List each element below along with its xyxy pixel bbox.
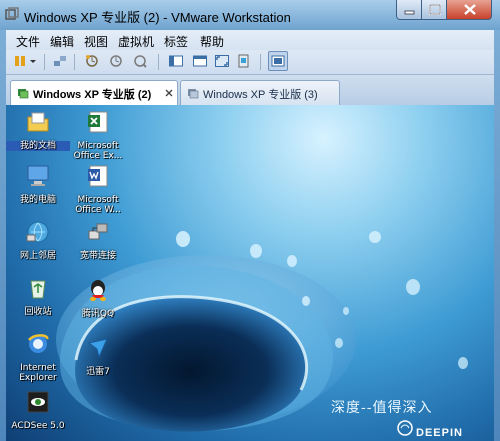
tab-strip: Windows XP 专业版 (2) Windows XP 专业版 (3) bbox=[6, 75, 494, 105]
qq-icon bbox=[90, 280, 106, 301]
desktop-icon-label: ACDSee 5.0 bbox=[11, 421, 65, 431]
desktop-icon-ie[interactable]: Internet Explorer bbox=[6, 331, 70, 383]
desktop-icon-label: Internet Explorer bbox=[19, 363, 57, 383]
vmware-app-icon bbox=[5, 7, 19, 20]
desktop-icon-label: 回收站 bbox=[24, 307, 52, 317]
desktop-icon-label: 网上邻居 bbox=[19, 251, 56, 261]
unity-icon[interactable] bbox=[236, 53, 252, 69]
minimize-button[interactable] bbox=[396, 0, 422, 20]
desktop-icon-recycle-bin[interactable]: 回收站 bbox=[6, 275, 70, 317]
excel-icon bbox=[88, 111, 108, 133]
desktop-icon-label: 我的文档 bbox=[6, 141, 70, 151]
desktop-icon-excel[interactable]: Microsoft Office Ex... bbox=[66, 109, 130, 161]
acdsee-icon bbox=[27, 391, 49, 413]
desktop-icon-label: Microsoft Office Ex... bbox=[73, 141, 123, 161]
xunlei-icon bbox=[87, 338, 108, 359]
console-view-icon bbox=[271, 55, 285, 67]
maximize-button[interactable] bbox=[421, 0, 447, 20]
window-title: Windows XP 专业版 (2) - VMware Workstation bbox=[24, 10, 291, 25]
word-icon bbox=[88, 165, 108, 187]
console-view-toggle[interactable] bbox=[268, 51, 288, 71]
wallpaper-brand: DEEPIN bbox=[416, 427, 463, 439]
maximize-icon bbox=[429, 4, 441, 15]
ie-icon bbox=[28, 334, 49, 353]
desktop-icon-network-places[interactable]: 网上邻居 bbox=[6, 219, 70, 261]
my-computer-icon bbox=[27, 165, 49, 186]
tab-label: Windows XP 专业版 (2) bbox=[33, 89, 152, 101]
desktop-icon-label: 腾讯QQ bbox=[81, 309, 115, 319]
toolbar bbox=[6, 50, 494, 75]
normal-view-icon[interactable] bbox=[168, 53, 184, 69]
snapshot-take-icon[interactable] bbox=[84, 53, 100, 69]
desktop-icon-label: 我的电脑 bbox=[19, 195, 56, 205]
guest-desktop[interactable]: 我的文档 我的电脑 网上邻居 回收站 Internet Explorer ACD… bbox=[6, 105, 494, 441]
broadband-icon bbox=[88, 223, 108, 240]
tab-close-icon[interactable] bbox=[165, 89, 173, 97]
network-places-icon bbox=[26, 221, 49, 243]
desktop-icon-qq[interactable]: 腾讯QQ bbox=[66, 277, 130, 319]
close-icon bbox=[464, 4, 476, 15]
menu-bar: 文件 编辑 视图 虚拟机 标签 帮助 bbox=[6, 30, 494, 50]
desktop-icon-acdsee[interactable]: ACDSee 5.0 bbox=[6, 389, 70, 431]
network-icon[interactable] bbox=[52, 53, 68, 69]
tab-label: Windows XP 专业版 (3) bbox=[203, 89, 318, 101]
menu-vm[interactable]: 虚拟机 bbox=[118, 33, 154, 50]
menu-tabs[interactable]: 标签 bbox=[164, 33, 188, 50]
quick-switch-icon[interactable] bbox=[192, 53, 208, 69]
full-screen-icon[interactable] bbox=[214, 53, 230, 69]
menu-view[interactable]: 视图 bbox=[84, 33, 108, 50]
menu-help[interactable]: 帮助 bbox=[200, 33, 224, 50]
vm-tab-icon bbox=[188, 89, 199, 99]
my-documents-icon bbox=[27, 112, 49, 132]
tab-vm-2[interactable]: Windows XP 专业版 (2) bbox=[10, 80, 178, 105]
power-icon[interactable] bbox=[12, 53, 28, 69]
desktop-icon-label: 迅雷7 bbox=[86, 367, 110, 377]
title-bar[interactable]: Windows XP 专业版 (2) - VMware Workstation bbox=[0, 0, 500, 30]
desktop-icon-my-documents[interactable]: 我的文档 bbox=[6, 109, 70, 151]
menu-file[interactable]: 文件 bbox=[16, 33, 40, 50]
minimize-icon bbox=[404, 10, 415, 15]
desktop-icon-label: Microsoft Office W... bbox=[75, 195, 121, 215]
desktop-icon-broadband[interactable]: 宽带连接 bbox=[66, 219, 130, 261]
tab-vm-3[interactable]: Windows XP 专业版 (3) bbox=[180, 80, 340, 105]
desktop-icon-word[interactable]: Microsoft Office W... bbox=[66, 163, 130, 215]
close-button[interactable] bbox=[446, 0, 492, 20]
vm-tab-icon bbox=[18, 89, 29, 99]
wallpaper-slogan: 深度--值得深入 bbox=[331, 400, 433, 416]
desktop-icon-my-computer[interactable]: 我的电脑 bbox=[6, 163, 70, 205]
snapshot-manager-icon[interactable] bbox=[132, 53, 148, 69]
deepin-logo-icon bbox=[397, 420, 413, 436]
recycle-bin-icon bbox=[30, 280, 46, 299]
menu-edit[interactable]: 编辑 bbox=[50, 33, 74, 50]
snapshot-revert-icon[interactable] bbox=[108, 53, 124, 69]
desktop-icon-label: 宽带连接 bbox=[79, 251, 116, 261]
vmware-window: Windows XP 专业版 (2) - VMware Workstation … bbox=[0, 0, 500, 441]
desktop-icon-xunlei[interactable]: 迅雷7 bbox=[66, 335, 130, 377]
dropdown-arrow-icon[interactable] bbox=[28, 53, 38, 69]
